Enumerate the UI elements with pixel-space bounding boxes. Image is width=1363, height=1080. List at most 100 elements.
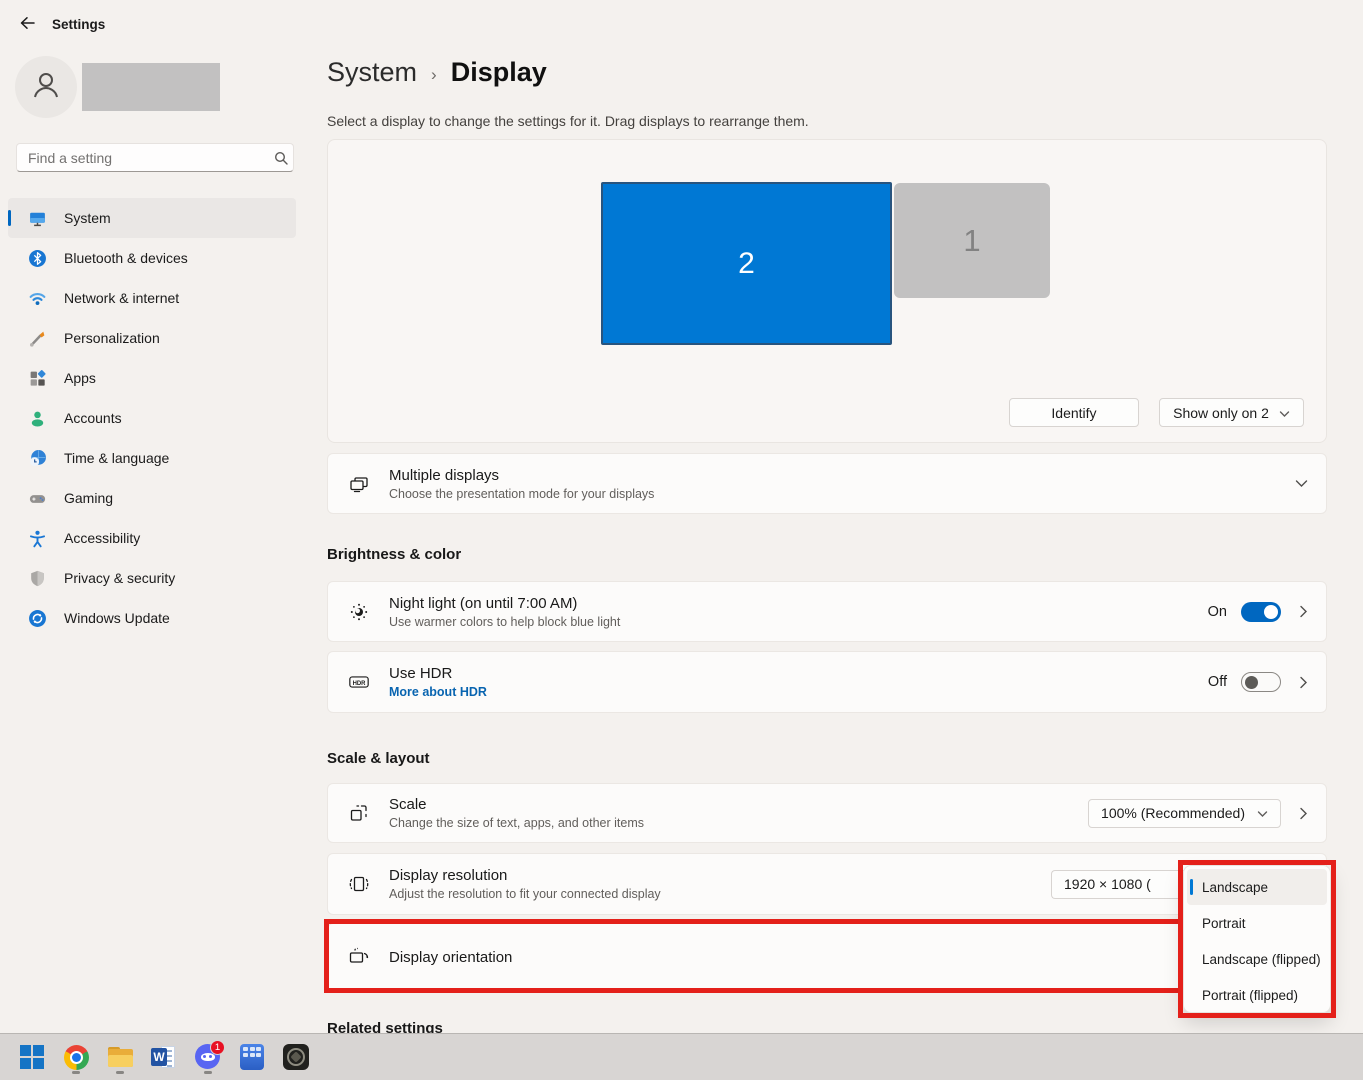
show-only-dropdown[interactable]: Show only on 2 [1159, 398, 1304, 427]
search-input[interactable] [17, 150, 269, 166]
sidebar-item-label: Privacy & security [64, 570, 175, 586]
row-subtitle: Use warmer colors to help block blue lig… [389, 615, 620, 629]
discord-icon[interactable]: 1 [195, 1041, 221, 1074]
bluetooth-icon [28, 249, 47, 268]
page-subtitle: Select a display to change the settings … [327, 113, 809, 129]
identify-button[interactable]: Identify [1009, 398, 1139, 427]
word-icon[interactable]: W [151, 1041, 177, 1074]
multiple-displays-icon [348, 473, 370, 495]
section-scale-layout: Scale & layout [327, 750, 430, 767]
sidebar-item-label: Windows Update [64, 610, 170, 626]
more-about-hdr-link[interactable]: More about HDR [389, 685, 487, 699]
hdr-state: Off [1208, 674, 1227, 690]
identify-button-label: Identify [1051, 405, 1096, 421]
avatar[interactable] [15, 56, 77, 118]
sidebar-item-bluetooth-devices[interactable]: Bluetooth & devices [8, 238, 296, 278]
sidebar-item-label: Personalization [64, 330, 160, 346]
display-1-rect[interactable]: 1 [894, 183, 1050, 298]
menu-item-label: Landscape [1202, 880, 1268, 895]
night-light-toggle[interactable] [1241, 602, 1281, 622]
scale-row[interactable]: Scale Change the size of text, apps, and… [327, 783, 1327, 843]
network-icon [28, 289, 47, 308]
display-1-label: 1 [963, 223, 980, 259]
resolution-value: 1920 × 1080 ( [1064, 876, 1151, 892]
use-hdr-row[interactable]: HDR Use HDR More about HDR Off [327, 651, 1327, 713]
menu-item-landscape[interactable]: Landscape [1187, 869, 1327, 905]
hdr-toggle[interactable] [1241, 672, 1281, 692]
sidebar-item-network-internet[interactable]: Network & internet [8, 278, 296, 318]
world-of-tanks-icon[interactable] [283, 1041, 309, 1074]
menu-item-portrait-flipped[interactable]: Portrait (flipped) [1187, 977, 1327, 1013]
night-light-row[interactable]: Night light (on until 7:00 AM) Use warme… [327, 581, 1327, 642]
windows-start-icon[interactable] [19, 1041, 45, 1074]
chrome-icon[interactable] [63, 1041, 89, 1074]
sidebar-item-label: Time & language [64, 450, 169, 466]
display-orientation-row[interactable]: Display orientation [327, 923, 1327, 991]
sidebar-item-apps[interactable]: Apps [8, 358, 296, 398]
windows-logo-icon [20, 1045, 44, 1069]
chevron-right-icon[interactable] [1299, 807, 1308, 820]
sidebar-item-windows-update[interactable]: Windows Update [8, 598, 296, 638]
svg-text:HDR: HDR [353, 681, 367, 687]
row-title: Scale [389, 796, 644, 813]
row-title: Multiple displays [389, 467, 654, 484]
sidebar-item-gaming[interactable]: Gaming [8, 478, 296, 518]
menu-item-portrait[interactable]: Portrait [1187, 905, 1327, 941]
sidebar-nav: System Bluetooth & devices Network & int… [8, 198, 296, 638]
account-name-redacted [82, 63, 220, 111]
sidebar-item-label: Apps [64, 370, 96, 386]
windows-update-icon [28, 609, 47, 628]
scale-icon [348, 802, 370, 824]
row-title: Night light (on until 7:00 AM) [389, 595, 620, 612]
sidebar-item-label: Network & internet [64, 290, 179, 306]
display-resolution-row[interactable]: Display resolution Adjust the resolution… [327, 853, 1327, 915]
breadcrumb-parent[interactable]: System [327, 57, 417, 88]
show-only-label: Show only on 2 [1173, 405, 1269, 421]
row-title: Display orientation [389, 949, 512, 966]
apps-icon [28, 369, 47, 388]
search-box[interactable] [16, 143, 294, 172]
sidebar-item-privacy-security[interactable]: Privacy & security [8, 558, 296, 598]
display-2-rect[interactable]: 2 [601, 182, 892, 345]
menu-item-landscape-flipped[interactable]: Landscape (flipped) [1187, 941, 1327, 977]
chevron-right-icon[interactable] [1299, 605, 1308, 618]
chevron-right-icon[interactable] [1299, 676, 1308, 689]
row-title: Use HDR [389, 665, 487, 682]
sidebar-item-system[interactable]: System [8, 198, 296, 238]
running-indicator [204, 1071, 212, 1074]
sidebar-item-time-language[interactable]: Time & language [8, 438, 296, 478]
file-explorer-icon[interactable] [107, 1041, 133, 1074]
person-icon [29, 68, 63, 107]
discord-logo-icon: 1 [195, 1044, 221, 1070]
running-indicator [72, 1071, 80, 1074]
orientation-dropdown-menu: Landscape Portrait Landscape (flipped) P… [1183, 865, 1331, 1013]
world-of-tanks-logo-icon [283, 1044, 309, 1070]
sidebar-item-label: System [64, 210, 111, 226]
sidebar-item-label: Accessibility [64, 530, 140, 546]
multiple-displays-row[interactable]: Multiple displays Choose the presentatio… [327, 453, 1327, 514]
chevron-down-icon [1257, 805, 1268, 821]
display-resolution-icon [348, 873, 370, 895]
row-subtitle: Adjust the resolution to fit your connec… [389, 887, 661, 901]
chevron-down-icon[interactable] [1295, 475, 1308, 493]
row-subtitle: Choose the presentation mode for your di… [389, 487, 654, 501]
page-title: Display [451, 57, 547, 88]
menu-item-label: Landscape (flipped) [1202, 952, 1321, 967]
breadcrumb: System › Display [327, 57, 547, 88]
chevron-down-icon [1279, 405, 1290, 421]
gaming-icon [28, 489, 47, 508]
accessibility-icon [28, 529, 47, 548]
scale-value: 100% (Recommended) [1101, 805, 1245, 821]
sidebar-item-accessibility[interactable]: Accessibility [8, 518, 296, 558]
hdr-icon: HDR [348, 671, 370, 693]
sidebar-item-label: Gaming [64, 490, 113, 506]
system-icon [28, 209, 47, 228]
search-icon[interactable] [269, 151, 293, 165]
sidebar-item-personalization[interactable]: Personalization [8, 318, 296, 358]
scale-dropdown[interactable]: 100% (Recommended) [1088, 799, 1281, 828]
sidebar-item-accounts[interactable]: Accounts [8, 398, 296, 438]
back-button[interactable] [14, 13, 40, 37]
running-indicator [116, 1071, 124, 1074]
calculator-icon[interactable] [239, 1041, 265, 1074]
row-title: Display resolution [389, 867, 661, 884]
